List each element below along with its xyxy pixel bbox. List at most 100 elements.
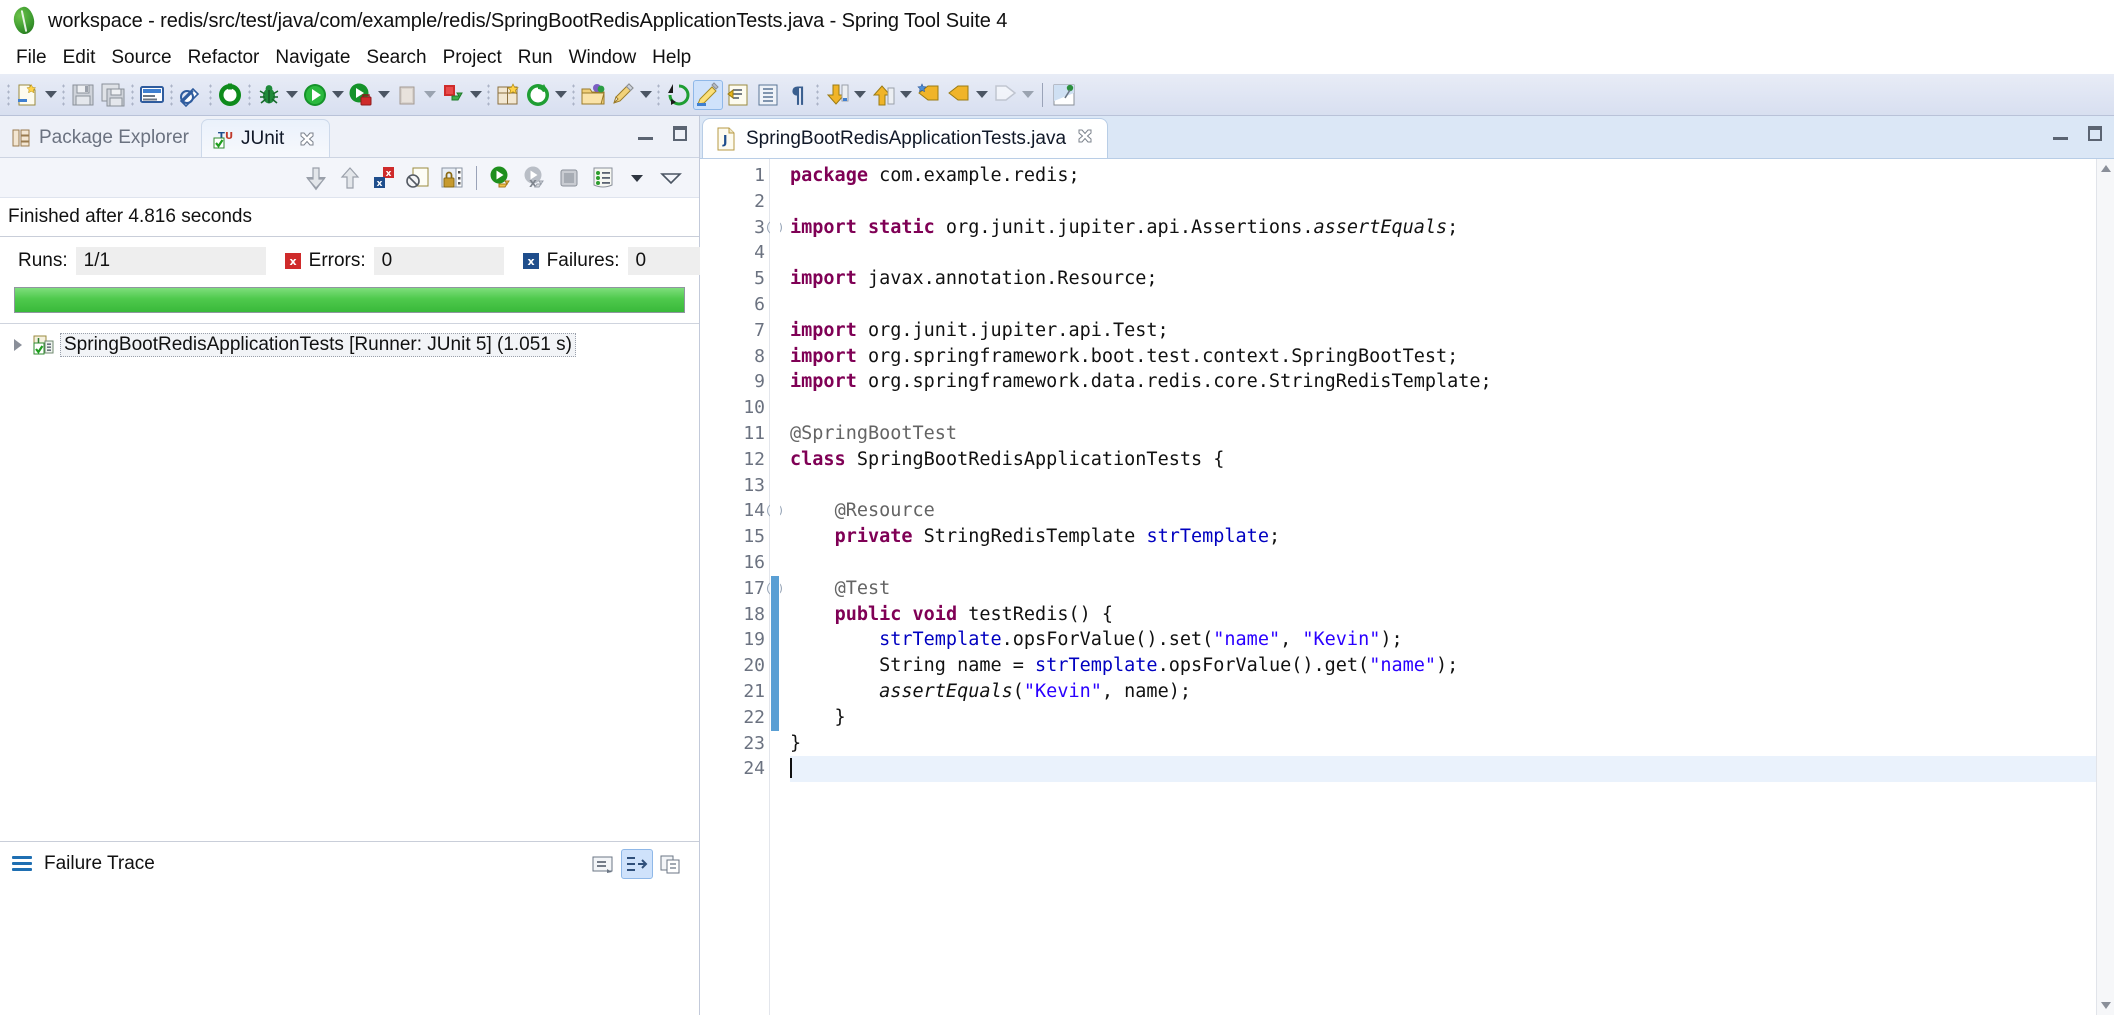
forward-arrow-icon[interactable] (990, 80, 1020, 110)
close-icon[interactable] (1075, 126, 1095, 152)
menu-item-search[interactable]: Search (358, 45, 434, 71)
line-number: 7 (700, 318, 769, 344)
maximize-icon[interactable] (669, 124, 691, 144)
chevron-down-icon[interactable] (621, 162, 653, 194)
source-code-text[interactable]: package com.example.redis;import static … (780, 159, 2114, 1015)
chevron-down-icon[interactable] (898, 80, 914, 110)
test-run-history-icon[interactable] (587, 162, 619, 194)
new-java-package-icon[interactable] (493, 80, 523, 110)
open-console-icon[interactable] (137, 80, 167, 110)
copy-trace-icon[interactable] (655, 849, 687, 879)
line-number: 19 (700, 627, 769, 653)
new-spring-project-icon[interactable] (523, 80, 553, 110)
compare-result-icon[interactable] (587, 849, 619, 879)
back-arrow-icon[interactable] (944, 80, 974, 110)
tab-springbootredisapplicationtests-java[interactable]: J SpringBootRedisApplicationTests.java (702, 118, 1108, 158)
save-icon[interactable] (68, 80, 98, 110)
change-bar (770, 159, 780, 1015)
line-number: 4 (700, 240, 769, 266)
next-edit-down-icon[interactable] (822, 80, 852, 110)
chevron-down-icon[interactable] (422, 80, 438, 110)
run-green-icon[interactable] (300, 80, 330, 110)
line-number: 1 (700, 163, 769, 189)
menu-item-file[interactable]: File (8, 45, 55, 71)
previous-failure-up-icon[interactable] (334, 162, 366, 194)
stop-test-run-icon[interactable] (553, 162, 585, 194)
toggle-mark-occurrences-icon[interactable] (176, 80, 206, 110)
code-editor[interactable]: 123456789101112131415161718192021222324 … (700, 158, 2114, 1015)
scroll-down-arrow-icon[interactable] (2101, 1002, 2111, 1009)
menu-item-run[interactable]: Run (510, 45, 561, 71)
pin-editor-icon[interactable] (1049, 80, 1079, 110)
maximize-icon[interactable] (2084, 124, 2106, 144)
next-failure-down-icon[interactable] (300, 162, 332, 194)
quick-fix-pencil-icon[interactable] (608, 80, 638, 110)
boot-dashboard-icon[interactable] (215, 80, 245, 110)
text-caret (790, 758, 792, 778)
run-coverage-icon[interactable] (346, 80, 376, 110)
menu-item-help[interactable]: Help (644, 45, 699, 71)
scroll-up-arrow-icon[interactable] (2101, 165, 2111, 172)
filter-stack-trace-icon[interactable] (621, 849, 653, 879)
run-external-tools-icon[interactable] (438, 80, 468, 110)
rerun-test-icon[interactable] (485, 162, 517, 194)
chevron-down-icon[interactable] (638, 80, 654, 110)
menu-item-window[interactable]: Window (561, 45, 645, 71)
line-number: 18 (700, 602, 769, 628)
tab-junit[interactable]: T U JUnit (201, 119, 330, 157)
workbench-body: Package Explorer T U JUnit (0, 116, 2114, 1015)
chevron-down-icon[interactable] (376, 80, 392, 110)
show-outline-icon[interactable] (753, 80, 783, 110)
line-number: 23 (700, 731, 769, 757)
menu-item-refactor[interactable]: Refactor (180, 45, 268, 71)
code-line: import org.springframework.boot.test.con… (790, 344, 2114, 370)
highlighter-icon[interactable] (693, 80, 723, 110)
chevron-down-icon[interactable] (1020, 80, 1036, 110)
menu-item-edit[interactable]: Edit (55, 45, 104, 71)
table-row[interactable]: L SpringBootRedisApplicationTests [Runne… (0, 330, 699, 360)
menu-item-navigate[interactable]: Navigate (267, 45, 358, 71)
minimize-icon[interactable] (2050, 124, 2072, 144)
svg-text:J: J (722, 133, 727, 147)
expand-arrow-icon[interactable] (10, 337, 26, 353)
changed-line-marker (771, 705, 779, 731)
tab-package-explorer[interactable]: Package Explorer (0, 119, 201, 157)
menu-item-project[interactable]: Project (435, 45, 510, 71)
next-annotation-icon[interactable] (723, 80, 753, 110)
terminate-icon[interactable] (392, 80, 422, 110)
back-history-star-icon[interactable] (914, 80, 944, 110)
rerun-failed-tests-icon[interactable]: X (519, 162, 551, 194)
chevron-down-icon[interactable] (852, 80, 868, 110)
failure-trace-content[interactable] (0, 885, 699, 1015)
pilcrow-icon[interactable]: ¶ (783, 80, 813, 110)
prev-edit-up-icon[interactable] (868, 80, 898, 110)
chevron-down-icon[interactable] (284, 80, 300, 110)
line-number: 17 (700, 576, 769, 602)
chevron-down-icon[interactable] (468, 80, 484, 110)
chevron-down-icon[interactable] (553, 80, 569, 110)
new-wizard-icon[interactable] (13, 80, 43, 110)
left-view-window-controls (635, 124, 691, 144)
debug-bug-icon[interactable] (254, 80, 284, 110)
minimize-icon[interactable] (635, 124, 657, 144)
chevron-down-icon[interactable] (330, 80, 346, 110)
code-line: } (790, 705, 2114, 731)
editor-vertical-scrollbar[interactable] (2096, 159, 2114, 1015)
open-type-icon[interactable] (578, 80, 608, 110)
window-title: workspace - redis/src/test/java/com/exam… (48, 10, 1007, 33)
chevron-down-icon[interactable] (974, 80, 990, 110)
close-icon[interactable] (297, 129, 317, 149)
stop-on-failure-icon[interactable] (402, 162, 434, 194)
failure-trace-header: Failure Trace (0, 841, 699, 885)
lock-scroll-icon[interactable] (436, 162, 468, 194)
save-all-icon[interactable] (98, 80, 128, 110)
view-menu-icon[interactable] (655, 162, 687, 194)
junit-counter-row: Runs: 1/1 x Errors: 0 x Failures: (0, 237, 699, 285)
menu-item-source[interactable]: Source (103, 45, 179, 71)
chevron-down-icon[interactable] (43, 80, 59, 110)
toolbar-separator (487, 83, 490, 107)
show-failures-only-icon[interactable]: x x (368, 162, 400, 194)
refresh-black-icon[interactable] (663, 80, 693, 110)
junit-toolbar-separator (476, 166, 477, 190)
code-line: class SpringBootRedisApplicationTests { (790, 447, 2114, 473)
